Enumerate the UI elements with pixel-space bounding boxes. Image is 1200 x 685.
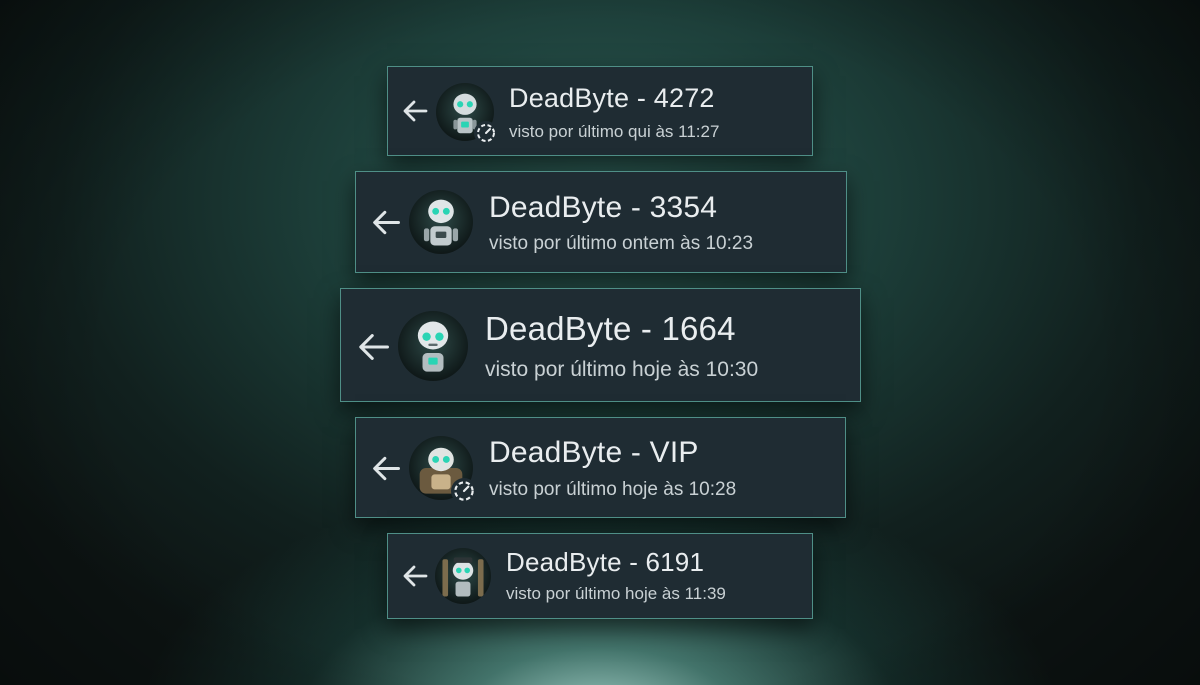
contact-name: DeadByte - 6191 <box>506 547 705 577</box>
robot-avatar-icon[interactable] <box>435 548 491 604</box>
back-arrow-icon[interactable] <box>371 456 401 481</box>
chat-header-card[interactable]: DeadByte - 4272 visto por último qui às … <box>387 66 813 156</box>
robot-avatar-icon[interactable] <box>409 436 477 504</box>
contact-name: DeadByte - 4272 <box>509 83 715 113</box>
robot-avatar-icon[interactable] <box>409 190 473 254</box>
contact-name: DeadByte - 3354 <box>489 191 718 224</box>
status-update-icon <box>474 121 498 145</box>
back-arrow-icon[interactable] <box>371 210 401 235</box>
back-arrow-icon[interactable] <box>402 100 428 122</box>
robot-avatar-icon[interactable] <box>398 311 468 381</box>
robot-avatar-icon[interactable] <box>436 83 498 145</box>
back-arrow-icon[interactable] <box>357 333 390 361</box>
chat-header-card[interactable]: DeadByte - VIP visto por último hoje às … <box>355 417 846 518</box>
chat-header-card[interactable]: DeadByte - 1664 visto por último hoje às… <box>340 288 861 402</box>
contact-name: DeadByte - VIP <box>489 436 699 469</box>
last-seen-status: visto por último hoje às 10:28 <box>489 479 737 500</box>
last-seen-status: visto por último ontem às 10:23 <box>489 233 754 254</box>
last-seen-status: visto por último qui às 11:27 <box>509 122 720 141</box>
contact-name: DeadByte - 1664 <box>485 310 736 347</box>
chat-header-card[interactable]: DeadByte - 6191 visto por último hoje às… <box>387 533 813 619</box>
status-update-icon <box>451 478 477 504</box>
chat-header-card[interactable]: DeadByte - 3354 visto por último ontem à… <box>355 171 847 273</box>
back-arrow-icon[interactable] <box>402 565 428 587</box>
last-seen-status: visto por último hoje às 10:30 <box>485 358 759 381</box>
last-seen-status: visto por último hoje às 11:39 <box>506 584 726 603</box>
